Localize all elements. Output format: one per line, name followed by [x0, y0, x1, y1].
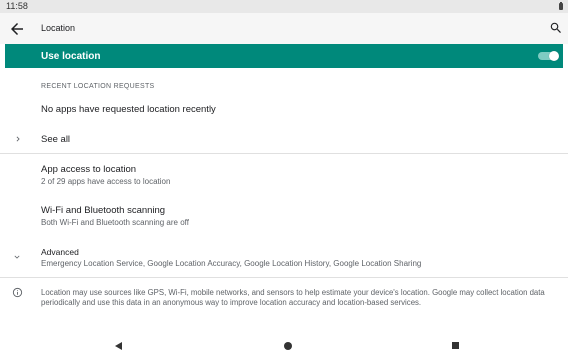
nav-back-icon[interactable]	[115, 342, 122, 350]
back-arrow-icon[interactable]	[8, 20, 26, 38]
advanced-row[interactable]: Advanced Emergency Location Service, Goo…	[0, 241, 568, 274]
toggle-thumb	[549, 51, 559, 61]
page-title: Location	[41, 23, 76, 33]
divider	[0, 277, 568, 278]
app-access-summary: 2 of 29 apps have access to location	[41, 177, 171, 186]
app-access-row[interactable]: App access to location 2 of 29 apps have…	[0, 158, 568, 192]
see-all-label: See all	[41, 134, 71, 145]
scanning-title: Wi-Fi and Bluetooth scanning	[41, 205, 166, 216]
scanning-summary: Both Wi-Fi and Bluetooth scanning are of…	[41, 218, 189, 227]
advanced-summary: Emergency Location Service, Google Locat…	[41, 259, 422, 268]
system-nav-bar	[0, 337, 568, 357]
advanced-title: Advanced	[41, 247, 79, 257]
use-location-label: Use location	[41, 51, 101, 62]
app-access-title: App access to location	[41, 164, 137, 175]
search-icon[interactable]	[549, 21, 563, 35]
nav-home-icon[interactable]	[284, 342, 292, 350]
battery-icon	[559, 2, 563, 10]
divider	[0, 153, 568, 154]
info-icon	[12, 287, 23, 298]
nav-recents-icon[interactable]	[452, 342, 459, 349]
chevron-down-icon	[14, 255, 20, 259]
no-recent-requests-text: No apps have requested location recently	[41, 104, 216, 115]
app-bar: Location	[0, 13, 568, 44]
status-bar: 11:58	[0, 0, 568, 13]
see-all-row[interactable]: See all	[0, 126, 568, 153]
status-time: 11:58	[6, 1, 28, 11]
use-location-toggle[interactable]	[538, 51, 559, 61]
use-location-switch-bar[interactable]: Use location	[5, 44, 563, 68]
location-footer-text: Location may use sources like GPS, Wi-Fi…	[41, 288, 545, 307]
chevron-right-icon	[16, 136, 20, 142]
recent-requests-header: RECENT LOCATION REQUESTS	[41, 83, 155, 90]
scanning-row[interactable]: Wi-Fi and Bluetooth scanning Both Wi-Fi …	[0, 199, 568, 233]
